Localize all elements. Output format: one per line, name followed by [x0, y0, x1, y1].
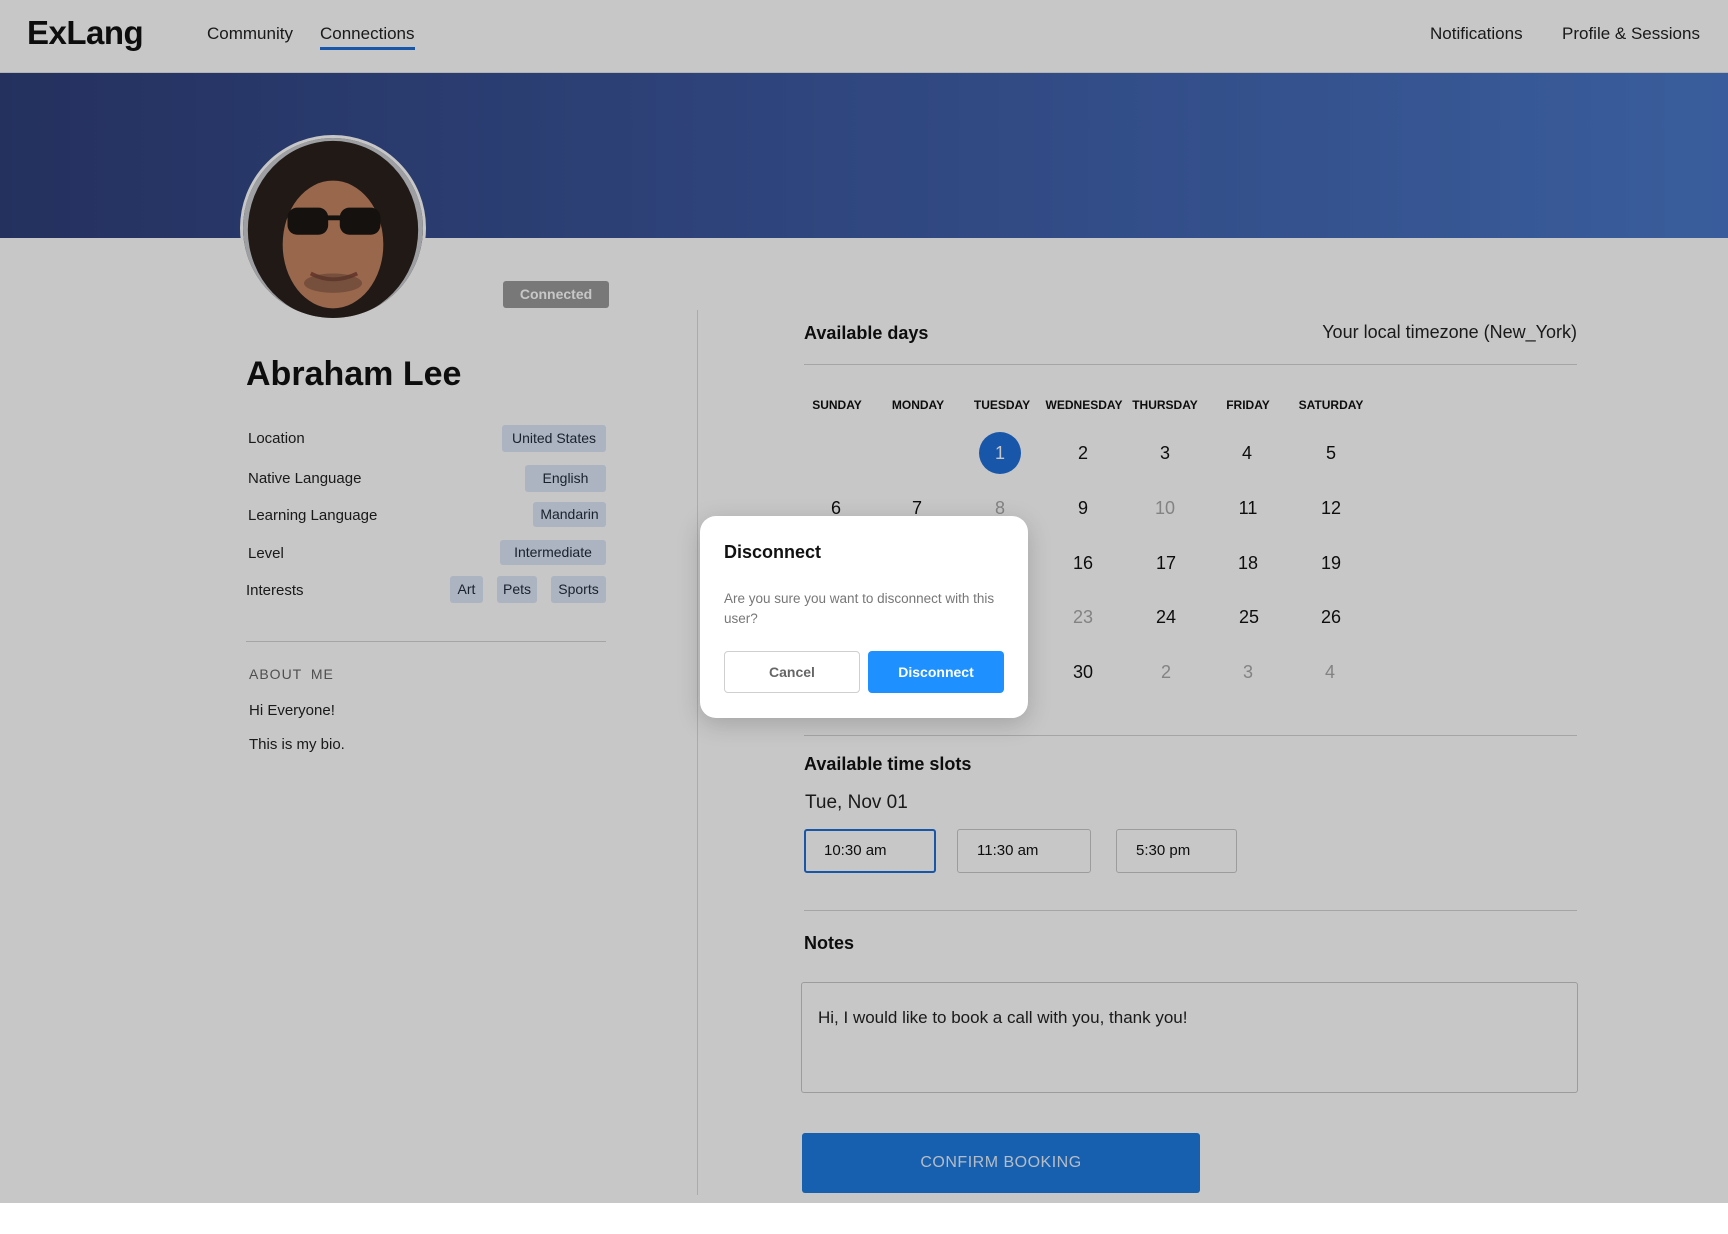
page: ExLang Community Connections Notificatio…: [0, 0, 1728, 1234]
disconnect-button[interactable]: Disconnect: [868, 651, 1004, 693]
disconnect-dialog: Disconnect Are you sure you want to disc…: [700, 516, 1028, 718]
page-footer-strip: [0, 1203, 1728, 1234]
cancel-button[interactable]: Cancel: [724, 651, 860, 693]
dialog-title: Disconnect: [724, 542, 822, 562]
dialog-message: Are you sure you want to disconnect with…: [724, 591, 995, 626]
